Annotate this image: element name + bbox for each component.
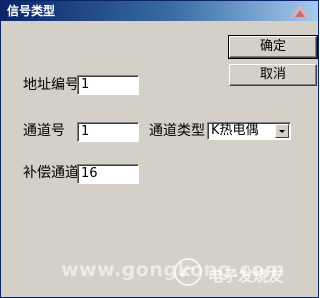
channel-label: 通道号: [23, 123, 65, 139]
watermark-brand: 电子发烧友: [208, 267, 284, 285]
compensation-label: 补偿通道: [23, 165, 79, 181]
ok-button[interactable]: 确定: [228, 35, 318, 59]
channel-type-value: K热电偶: [211, 123, 259, 138]
dropdown-arrow-icon[interactable]: [275, 124, 289, 138]
watermark-logo-icon: [174, 258, 202, 286]
cancel-button[interactable]: 取消: [229, 64, 317, 86]
compensation-input[interactable]: 16: [77, 164, 139, 184]
channel-input[interactable]: 1: [77, 122, 139, 142]
address-label: 地址编号: [23, 77, 79, 93]
title-bar[interactable]: 信号类型: [1, 1, 318, 21]
window-title: 信号类型: [7, 4, 56, 18]
dialog-body: 确定 取消 地址编号 1 通道号 1 通道类型 K热电偶 补偿通道 16 www…: [1, 21, 318, 297]
channel-type-label: 通道类型: [149, 123, 205, 139]
logo-icon: [290, 5, 310, 17]
channel-type-select[interactable]: K热电偶: [207, 122, 291, 140]
signal-type-dialog: 信号类型 确定 取消 地址编号 1 通道号 1 通道类型 K热电偶 补偿通道 1…: [0, 0, 319, 298]
address-input[interactable]: 1: [77, 75, 139, 95]
